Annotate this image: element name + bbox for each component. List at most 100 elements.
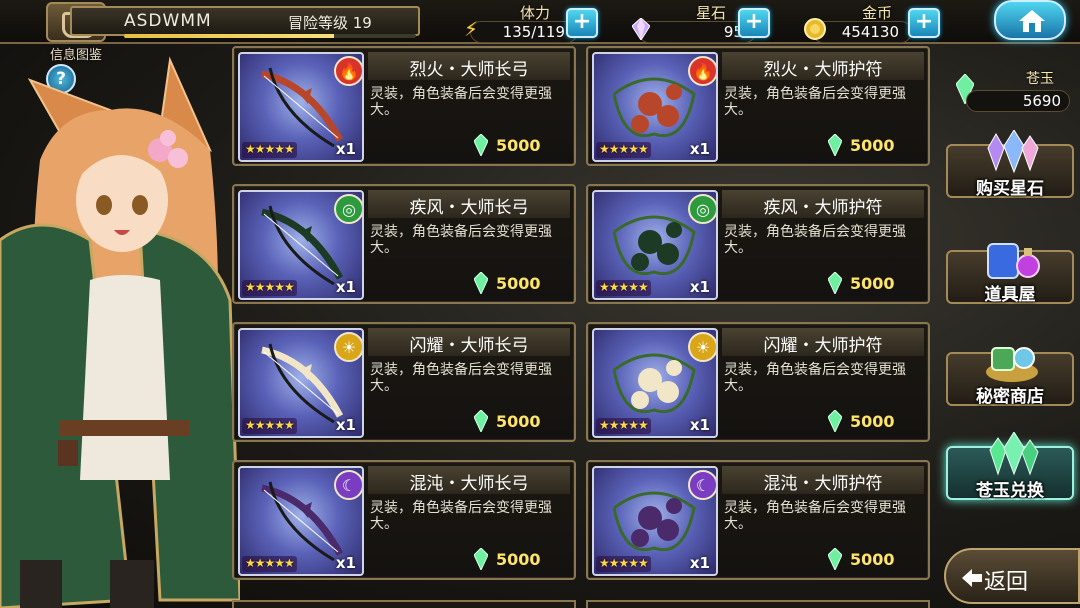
rarity-stars: ★★★★★ — [242, 556, 297, 572]
gold-value: 454130 — [841, 23, 899, 41]
item-shop-button[interactable]: 道具屋 — [946, 243, 1074, 305]
jade-value: 5690 — [1022, 92, 1061, 110]
sun-icon: ☀ — [688, 332, 716, 362]
item-title: 闪耀・大师护符 — [763, 336, 883, 356]
green-crystal-icon — [828, 410, 842, 432]
shop-item-card[interactable]: ◎ ★★★★★ x1 疾风・大师长弓 灵装，角色装备后会变得更强大。 5000 — [232, 184, 576, 304]
coin-icon — [802, 16, 828, 42]
rarity-stars: ★★★★★ — [242, 142, 297, 158]
green-crystal-icon — [474, 272, 488, 294]
item-title-bar: 疾风・大师长弓 — [368, 190, 570, 218]
shop-item-card[interactable]: 🔥 ★★★★★ x1 烈火・大师护符 灵装，角色装备后会变得更强大。 5000 — [586, 46, 930, 166]
item-title-bar: 闪耀・大师护符 — [722, 328, 924, 356]
add-star-stone-button[interactable]: + — [738, 8, 770, 38]
shop-item-card[interactable]: ☾ ★★★★★ x1 混沌・大师护符 灵装，角色装备后会变得更强大。 5000 — [586, 460, 930, 580]
star-stone-resource: 星石 95 + — [622, 2, 772, 43]
gold-resource: 金币 454130 + — [800, 2, 950, 43]
moon-icon: ☾ — [334, 470, 362, 500]
item-title-bar: 混沌・大师长弓 — [368, 466, 570, 494]
next-row-card-peek — [232, 600, 576, 608]
lightning-icon: ⚡ — [463, 17, 479, 41]
green-crystal-icon — [828, 548, 842, 570]
item-quantity: x1 — [335, 416, 356, 434]
gold-label: 金币 — [862, 4, 893, 22]
secret-shop-button[interactable]: 秘密商店 — [946, 347, 1074, 407]
crystal-icon — [628, 16, 654, 42]
green-crystal-icon — [828, 272, 842, 294]
potion-bag-icon — [987, 243, 1040, 279]
item-description: 灵装，角色装备后会变得更强大。 — [724, 224, 906, 256]
item-description: 灵装，角色装备后会变得更强大。 — [370, 86, 552, 118]
item-price: 5000 — [850, 550, 895, 569]
jade-value-box: 5690 — [966, 90, 1070, 112]
jade-label: 苍玉 — [1026, 71, 1054, 87]
item-shop-label: 道具屋 — [984, 285, 1036, 305]
player-name: ASDWMM — [124, 11, 212, 31]
item-quantity: x1 — [689, 140, 710, 158]
item-image: ☀ ★★★★★ x1 — [592, 328, 718, 438]
add-stamina-button[interactable]: + — [566, 8, 598, 38]
rarity-stars: ★★★★★ — [596, 556, 651, 572]
item-image: 🔥 ★★★★★ x1 — [238, 52, 364, 162]
add-gold-button[interactable]: + — [908, 8, 940, 38]
buy-star-stone-button[interactable]: 购买星石 — [946, 130, 1074, 199]
top-bar: ASDWMM 冒险等级 19 体力 135/119 ⚡ + 星石 95 + 金币… — [0, 0, 1080, 44]
green-crystal-icon — [474, 410, 488, 432]
rarity-stars: ★★★★★ — [596, 280, 651, 296]
stamina-label: 体力 — [520, 4, 551, 22]
flame-icon: 🔥 — [688, 56, 716, 86]
item-title-bar: 烈火・大师长弓 — [368, 52, 570, 80]
item-image: ◎ ★★★★★ x1 — [592, 190, 718, 300]
exp-fill — [124, 34, 335, 38]
rarity-stars: ★★★★★ — [596, 418, 651, 434]
item-title: 烈火・大师护符 — [763, 60, 883, 80]
item-quantity: x1 — [335, 554, 356, 572]
item-image: ☾ ★★★★★ x1 — [592, 466, 718, 576]
sun-icon: ☀ — [334, 332, 362, 362]
buy-star-stone-label: 购买星石 — [976, 179, 1044, 199]
item-title-bar: 疾风・大师护符 — [722, 190, 924, 218]
rarity-stars: ★★★★★ — [242, 418, 297, 434]
back-arrow-icon — [962, 569, 982, 587]
item-title: 混沌・大师长弓 — [409, 474, 529, 494]
shop-item-card[interactable]: ☀ ★★★★★ x1 闪耀・大师长弓 灵装，角色装备后会变得更强大。 5000 — [232, 322, 576, 442]
item-title: 混沌・大师护符 — [763, 474, 883, 494]
rarity-stars: ★★★★★ — [596, 142, 651, 158]
item-description: 灵装，角色装备后会变得更强大。 — [724, 500, 906, 532]
green-crystal-icon — [828, 134, 842, 156]
player-plate: ASDWMM 冒险等级 19 — [70, 6, 420, 38]
home-icon — [1019, 10, 1045, 32]
item-quantity: x1 — [335, 278, 356, 296]
stamina-value-box: 135/119 — [470, 21, 578, 43]
swirl-icon: ◎ — [688, 194, 716, 224]
item-description: 灵装，角色装备后会变得更强大。 — [724, 86, 906, 118]
home-button[interactable] — [994, 0, 1066, 40]
item-description: 灵装，角色装备后会变得更强大。 — [370, 500, 552, 532]
item-description: 灵装，角色装备后会变得更强大。 — [370, 224, 552, 256]
jade-exchange-label: 苍玉兑换 — [976, 481, 1044, 501]
jade-exchange-button[interactable]: 苍玉兑换 — [946, 432, 1074, 501]
green-crystal-icon — [474, 134, 488, 156]
item-image: 🔥 ★★★★★ x1 — [592, 52, 718, 162]
next-row-card-peek — [586, 600, 930, 608]
item-title-bar: 闪耀・大师长弓 — [368, 328, 570, 356]
character-illustration — [0, 56, 240, 608]
item-price: 5000 — [496, 550, 541, 569]
green-crystal-icon — [474, 548, 488, 570]
item-title-bar: 混沌・大师护符 — [722, 466, 924, 494]
shop-item-card[interactable]: ☀ ★★★★★ x1 闪耀・大师护符 灵装，角色装备后会变得更强大。 5000 — [586, 322, 930, 442]
player-level: 冒险等级 19 — [288, 14, 372, 32]
back-label: 返回 — [984, 570, 1029, 595]
shop-item-card[interactable]: 🔥 ★★★★★ x1 烈火・大师长弓 灵装，角色装备后会变得更强大。 5000 — [232, 46, 576, 166]
back-button[interactable]: 返回 — [944, 548, 1080, 604]
secret-shop-label: 秘密商店 — [976, 387, 1044, 407]
shop-item-card[interactable]: ☾ ★★★★★ x1 混沌・大师长弓 灵装，角色装备后会变得更强大。 5000 — [232, 460, 576, 580]
item-description: 灵装，角色装备后会变得更强大。 — [724, 362, 906, 394]
item-image: ☀ ★★★★★ x1 — [238, 328, 364, 438]
item-price: 5000 — [496, 412, 541, 431]
star-stone-label: 星石 — [696, 4, 727, 22]
shop-item-card[interactable]: ◎ ★★★★★ x1 疾风・大师护符 灵装，角色装备后会变得更强大。 5000 — [586, 184, 930, 304]
crystals-icon — [987, 130, 1039, 174]
rarity-stars: ★★★★★ — [242, 280, 297, 296]
exp-bar — [124, 34, 416, 38]
